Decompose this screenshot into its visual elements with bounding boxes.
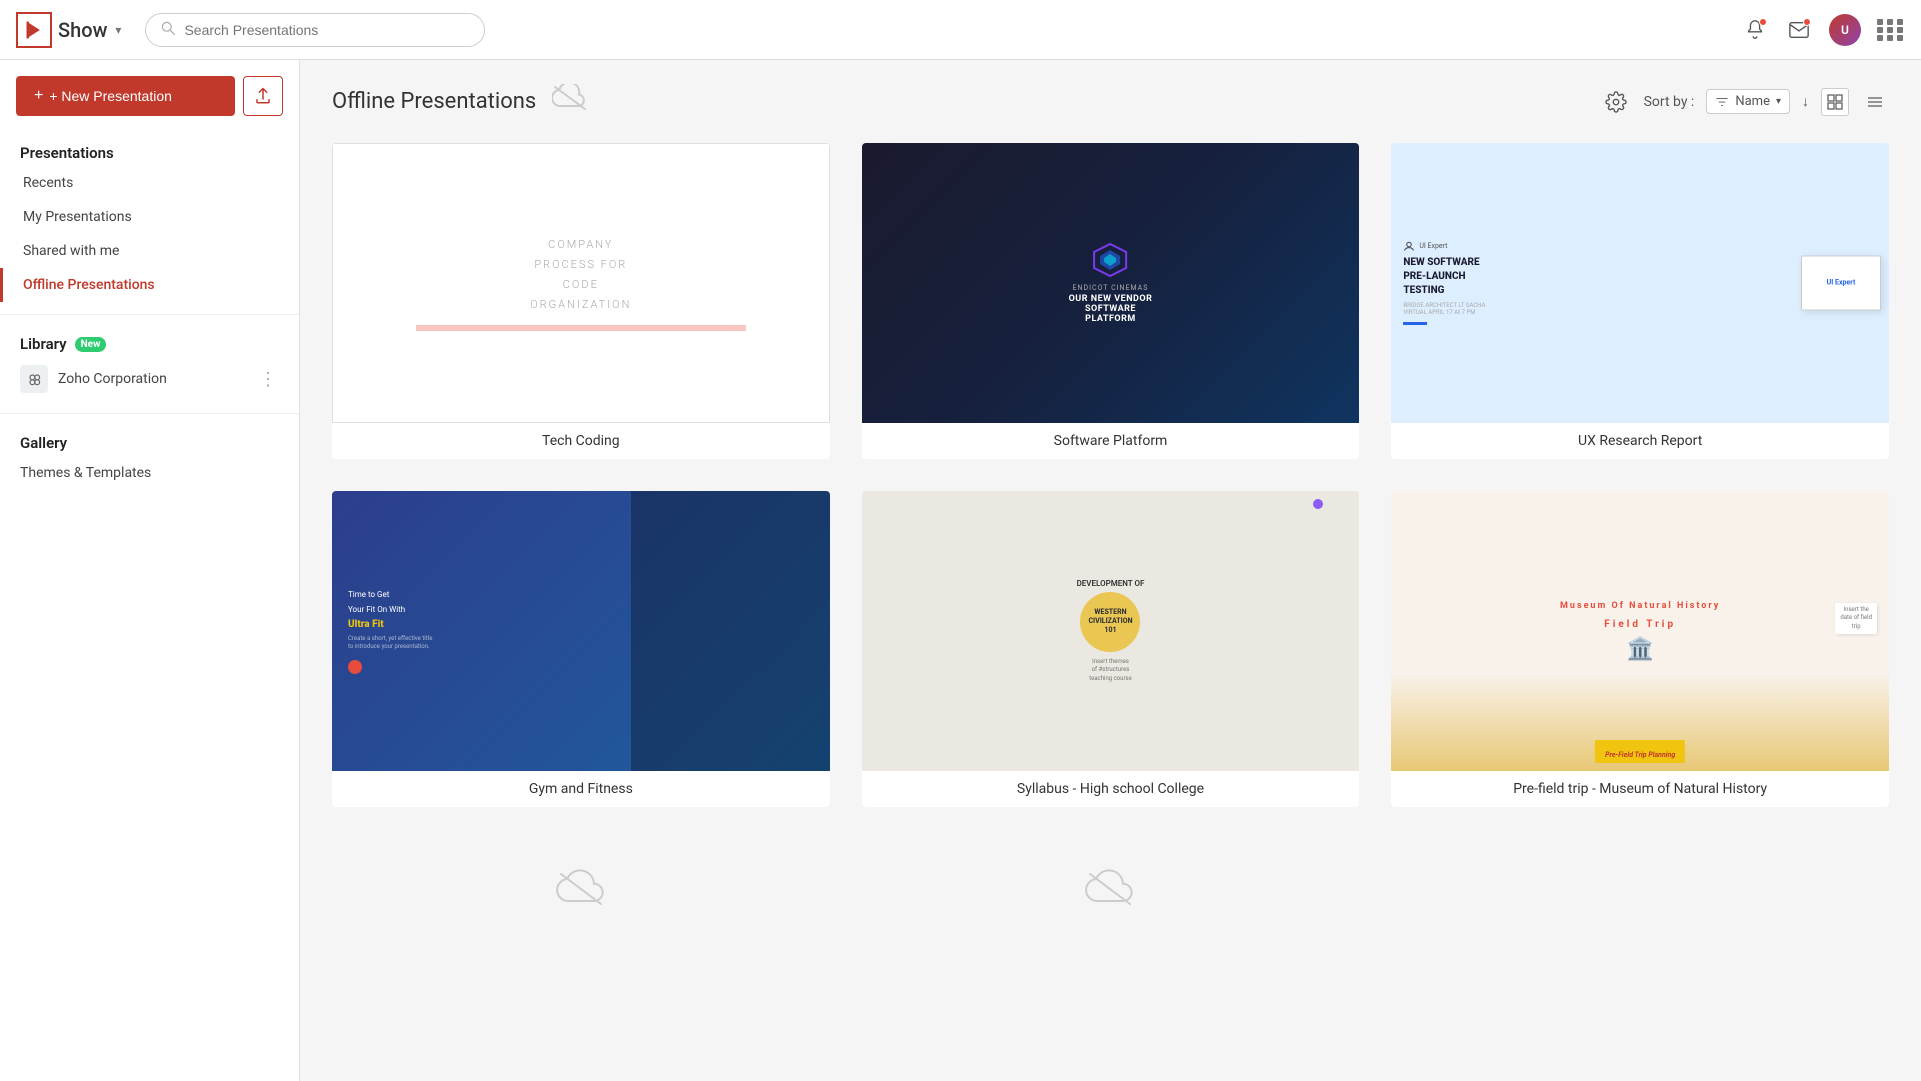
- apps-grid-icon[interactable]: [1877, 19, 1905, 41]
- gallery-title: Gallery: [0, 426, 299, 456]
- card-label-tech-coding: Tech Coding: [332, 423, 830, 459]
- cloud-placeholder-icon-1: [556, 869, 606, 909]
- upload-button[interactable]: [243, 76, 283, 116]
- sidebar-item-shared[interactable]: Shared with me: [0, 234, 299, 268]
- presentation-placeholder-3: [1391, 839, 1889, 939]
- offline-title-row: Offline Presentations: [332, 84, 588, 119]
- zoho-icon: [20, 365, 48, 393]
- user-avatar[interactable]: U: [1829, 14, 1861, 46]
- grid-view-button[interactable]: [1821, 88, 1849, 116]
- topnav-right: U: [1741, 14, 1905, 46]
- sidebar-action-row: + + New Presentation: [0, 76, 299, 136]
- library-item-label: Zoho Corporation: [58, 371, 167, 387]
- app-title: Show: [58, 18, 107, 42]
- plus-icon: +: [34, 87, 43, 105]
- card-label-museum: Pre-field trip - Museum of Natural Histo…: [1391, 771, 1889, 807]
- presentation-placeholder-1: [332, 839, 830, 939]
- notifications-icon[interactable]: [1741, 16, 1769, 44]
- presentations-grid: COMPANYPROCESS FORCODEORGANIZATION Tech …: [332, 143, 1889, 939]
- list-view-button[interactable]: [1861, 88, 1889, 116]
- settings-button[interactable]: [1600, 86, 1632, 118]
- thumb-gym-fitness: Time to Get Your Fit On With Ultra Fit C…: [332, 491, 830, 771]
- message-badge: [1803, 18, 1811, 26]
- presentation-card-software-platform[interactable]: ENDICOT CINEMAS OUR NEW VENDOR SOFTWARE …: [862, 143, 1360, 459]
- library-item-menu-icon[interactable]: ⋮: [253, 367, 283, 392]
- toolbar-right: Sort by : Name ▾ ↓: [1600, 86, 1889, 118]
- logo-area[interactable]: Show ▾: [16, 12, 121, 48]
- sidebar-item-offline[interactable]: Offline Presentations: [0, 268, 299, 302]
- library-header: Library New: [0, 327, 299, 357]
- sidebar-divider-1: [0, 314, 299, 315]
- presentation-card-tech-coding[interactable]: COMPANYPROCESS FORCODEORGANIZATION Tech …: [332, 143, 830, 459]
- sidebar-divider-2: [0, 413, 299, 414]
- sidebar-item-my-presentations[interactable]: My Presentations: [0, 200, 299, 234]
- sort-direction-icon[interactable]: ↓: [1802, 93, 1809, 110]
- cloud-offline-icon: [552, 84, 588, 119]
- search-bar[interactable]: [145, 13, 485, 47]
- sidebar-item-zoho[interactable]: Zoho Corporation ⋮: [0, 357, 299, 401]
- sidebar-item-themes[interactable]: Themes & Templates: [0, 456, 299, 490]
- content-header: Offline Presentations Sort by :: [332, 84, 1889, 119]
- sort-option-label: Name: [1735, 94, 1770, 109]
- thumb-syllabus: DEVELOPMENT OF WESTERNCIVILIZATION101 In…: [862, 491, 1360, 771]
- cloud-placeholder-icon-2: [1085, 869, 1135, 909]
- library-item-left: Zoho Corporation: [20, 365, 167, 393]
- main-content: Offline Presentations Sort by :: [300, 60, 1921, 1081]
- thumb-ux-research: UI Expert NEW SOFTWAREPRE-LAUNCHTESTING …: [1391, 143, 1889, 423]
- page-title: Offline Presentations: [332, 89, 536, 114]
- presentation-card-gym-fitness[interactable]: Time to Get Your Fit On With Ultra Fit C…: [332, 491, 830, 807]
- sort-chevron-icon: ▾: [1776, 96, 1781, 107]
- thumb-software-platform: ENDICOT CINEMAS OUR NEW VENDOR SOFTWARE …: [862, 143, 1360, 423]
- presentation-placeholder-2: [862, 839, 1360, 939]
- new-badge: New: [75, 337, 107, 352]
- top-navigation: Show ▾ U: [0, 0, 1921, 60]
- card-label-software-platform: Software Platform: [862, 423, 1360, 459]
- notification-badge: [1759, 18, 1767, 26]
- search-icon: [160, 20, 176, 40]
- messages-icon[interactable]: [1785, 16, 1813, 44]
- sidebar-item-recents[interactable]: Recents: [0, 166, 299, 200]
- card-label-ux-research: UX Research Report: [1391, 423, 1889, 459]
- new-presentation-button[interactable]: + + New Presentation: [16, 76, 235, 116]
- logo-icon: [16, 12, 52, 48]
- presentation-card-museum[interactable]: Museum Of Natural HistoryField Trip 🏛️ I…: [1391, 491, 1889, 807]
- sort-label: Sort by :: [1644, 94, 1695, 110]
- library-title: Library: [20, 335, 67, 353]
- main-layout: + + New Presentation Presentations Recen…: [0, 60, 1921, 1081]
- card-label-gym-fitness: Gym and Fitness: [332, 771, 830, 807]
- logo-chevron-icon: ▾: [115, 23, 121, 37]
- card-label-syllabus: Syllabus - High school College: [862, 771, 1360, 807]
- presentation-card-ux-research[interactable]: UI Expert NEW SOFTWAREPRE-LAUNCHTESTING …: [1391, 143, 1889, 459]
- search-input[interactable]: [184, 22, 470, 38]
- sort-dropdown[interactable]: Name ▾: [1706, 89, 1790, 114]
- sidebar: + + New Presentation Presentations Recen…: [0, 60, 300, 1081]
- thumb-museum: Museum Of Natural HistoryField Trip 🏛️ I…: [1391, 491, 1889, 771]
- new-presentation-label: + New Presentation: [49, 88, 172, 104]
- thumb-tech-coding: COMPANYPROCESS FORCODEORGANIZATION: [332, 143, 830, 423]
- presentations-section-title: Presentations: [0, 136, 299, 166]
- presentation-card-syllabus[interactable]: DEVELOPMENT OF WESTERNCIVILIZATION101 In…: [862, 491, 1360, 807]
